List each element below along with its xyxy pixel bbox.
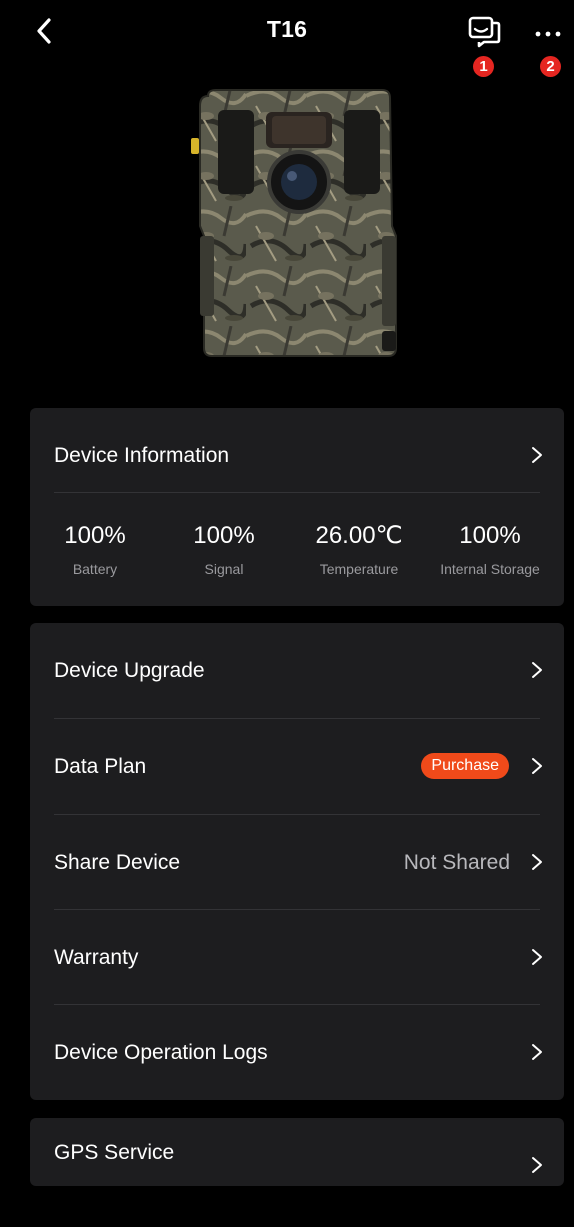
signal-label: Signal	[204, 561, 244, 577]
gps-service-label: GPS Service	[54, 1141, 175, 1164]
chevron-right-icon	[532, 758, 542, 774]
gps-service-card: GPS Service	[30, 1118, 564, 1186]
device-image	[186, 86, 412, 368]
temperature-value: 26.00℃	[315, 522, 403, 549]
trail-camera-image	[191, 89, 397, 357]
data-plan-row[interactable]: Data Plan Purchase	[30, 719, 564, 814]
gps-service-row[interactable]: GPS Service	[30, 1118, 564, 1186]
share-device-label: Share Device	[54, 851, 181, 874]
chevron-right-icon	[532, 662, 542, 678]
device-upgrade-row[interactable]: Device Upgrade	[30, 623, 564, 718]
message-icon	[468, 16, 501, 48]
stat-signal: 100% Signal	[159, 520, 289, 577]
chevron-right-icon	[532, 854, 542, 870]
stat-battery: 100% Battery	[30, 520, 160, 577]
battery-label: Battery	[72, 561, 118, 577]
purchase-badge[interactable]: Purchase	[421, 753, 509, 779]
battery-value: 100%	[64, 522, 126, 549]
signal-value: 100%	[193, 522, 255, 549]
device-info-card: Device Information 100% Battery 100% Sig…	[30, 408, 564, 606]
device-information-label: Device Information	[54, 444, 230, 467]
more-icon	[535, 31, 561, 37]
device-upgrade-label: Device Upgrade	[54, 659, 205, 682]
chevron-right-icon	[532, 447, 542, 463]
divider	[54, 492, 540, 493]
chevron-right-icon	[532, 1157, 542, 1173]
message-badge: 1	[473, 56, 494, 77]
chevron-right-icon	[532, 949, 542, 965]
warranty-row[interactable]: Warranty	[30, 910, 564, 1005]
message-button[interactable]	[464, 14, 504, 50]
device-stats: 100% Battery 100% Signal 26.00℃ Temperat…	[30, 520, 564, 600]
device-operation-logs-label: Device Operation Logs	[54, 1041, 268, 1064]
chevron-right-icon	[532, 1044, 542, 1060]
share-device-row[interactable]: Share Device Not Shared	[30, 815, 564, 910]
stat-internal-storage: 100% Internal Storage	[425, 520, 555, 577]
storage-value: 100%	[459, 522, 521, 549]
device-menu-card: Device Upgrade Data Plan Purchase Share …	[30, 623, 564, 1100]
temperature-label: Temperature	[319, 561, 399, 577]
device-information-row[interactable]: Device Information	[30, 408, 564, 503]
data-plan-label: Data Plan	[54, 755, 147, 778]
storage-label: Internal Storage	[440, 561, 540, 577]
share-status-value: Not Shared	[403, 851, 510, 874]
device-operation-logs-row[interactable]: Device Operation Logs	[30, 1005, 564, 1100]
stat-temperature: 26.00℃ Temperature	[294, 520, 424, 577]
more-options-button[interactable]	[530, 14, 570, 50]
more-badge: 2	[540, 56, 561, 77]
header-bar: T16 1 2	[0, 0, 574, 80]
warranty-label: Warranty	[54, 946, 139, 969]
